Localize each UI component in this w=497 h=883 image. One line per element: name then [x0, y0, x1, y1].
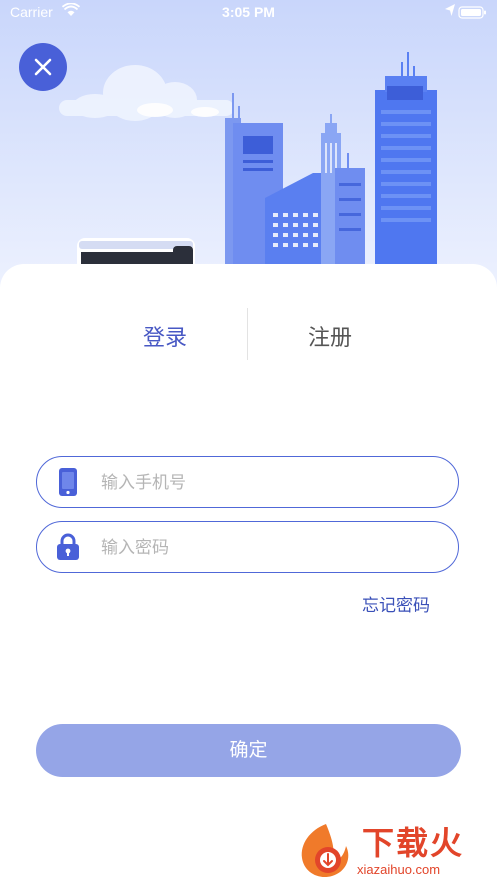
phone-field[interactable]: [36, 456, 459, 508]
header-illustration: Carrier 3:05 PM: [0, 0, 497, 300]
watermark-url: xiazaihuo.com: [357, 862, 441, 877]
close-button[interactable]: [19, 43, 67, 91]
tab-login[interactable]: 登录: [105, 320, 225, 352]
watermark-brand: 下载火: [362, 824, 465, 862]
phone-icon: [59, 468, 77, 496]
tab-register[interactable]: 注册: [270, 320, 390, 352]
login-card: [0, 264, 497, 883]
password-input[interactable]: [99, 530, 443, 566]
location-arrow-icon: [445, 4, 455, 16]
confirm-button[interactable]: 确定: [36, 724, 461, 777]
password-field[interactable]: [36, 521, 459, 573]
tab-divider: [247, 308, 248, 360]
close-icon: [34, 58, 52, 76]
lock-icon: [57, 533, 79, 560]
forgot-password-link[interactable]: 忘记密码: [330, 591, 430, 616]
battery-icon: [458, 6, 486, 19]
phone-input[interactable]: [99, 465, 443, 501]
clock: 3:05 PM: [222, 4, 275, 20]
status-bar: Carrier 3:05 PM: [0, 0, 497, 26]
city-illustration: [59, 52, 437, 285]
